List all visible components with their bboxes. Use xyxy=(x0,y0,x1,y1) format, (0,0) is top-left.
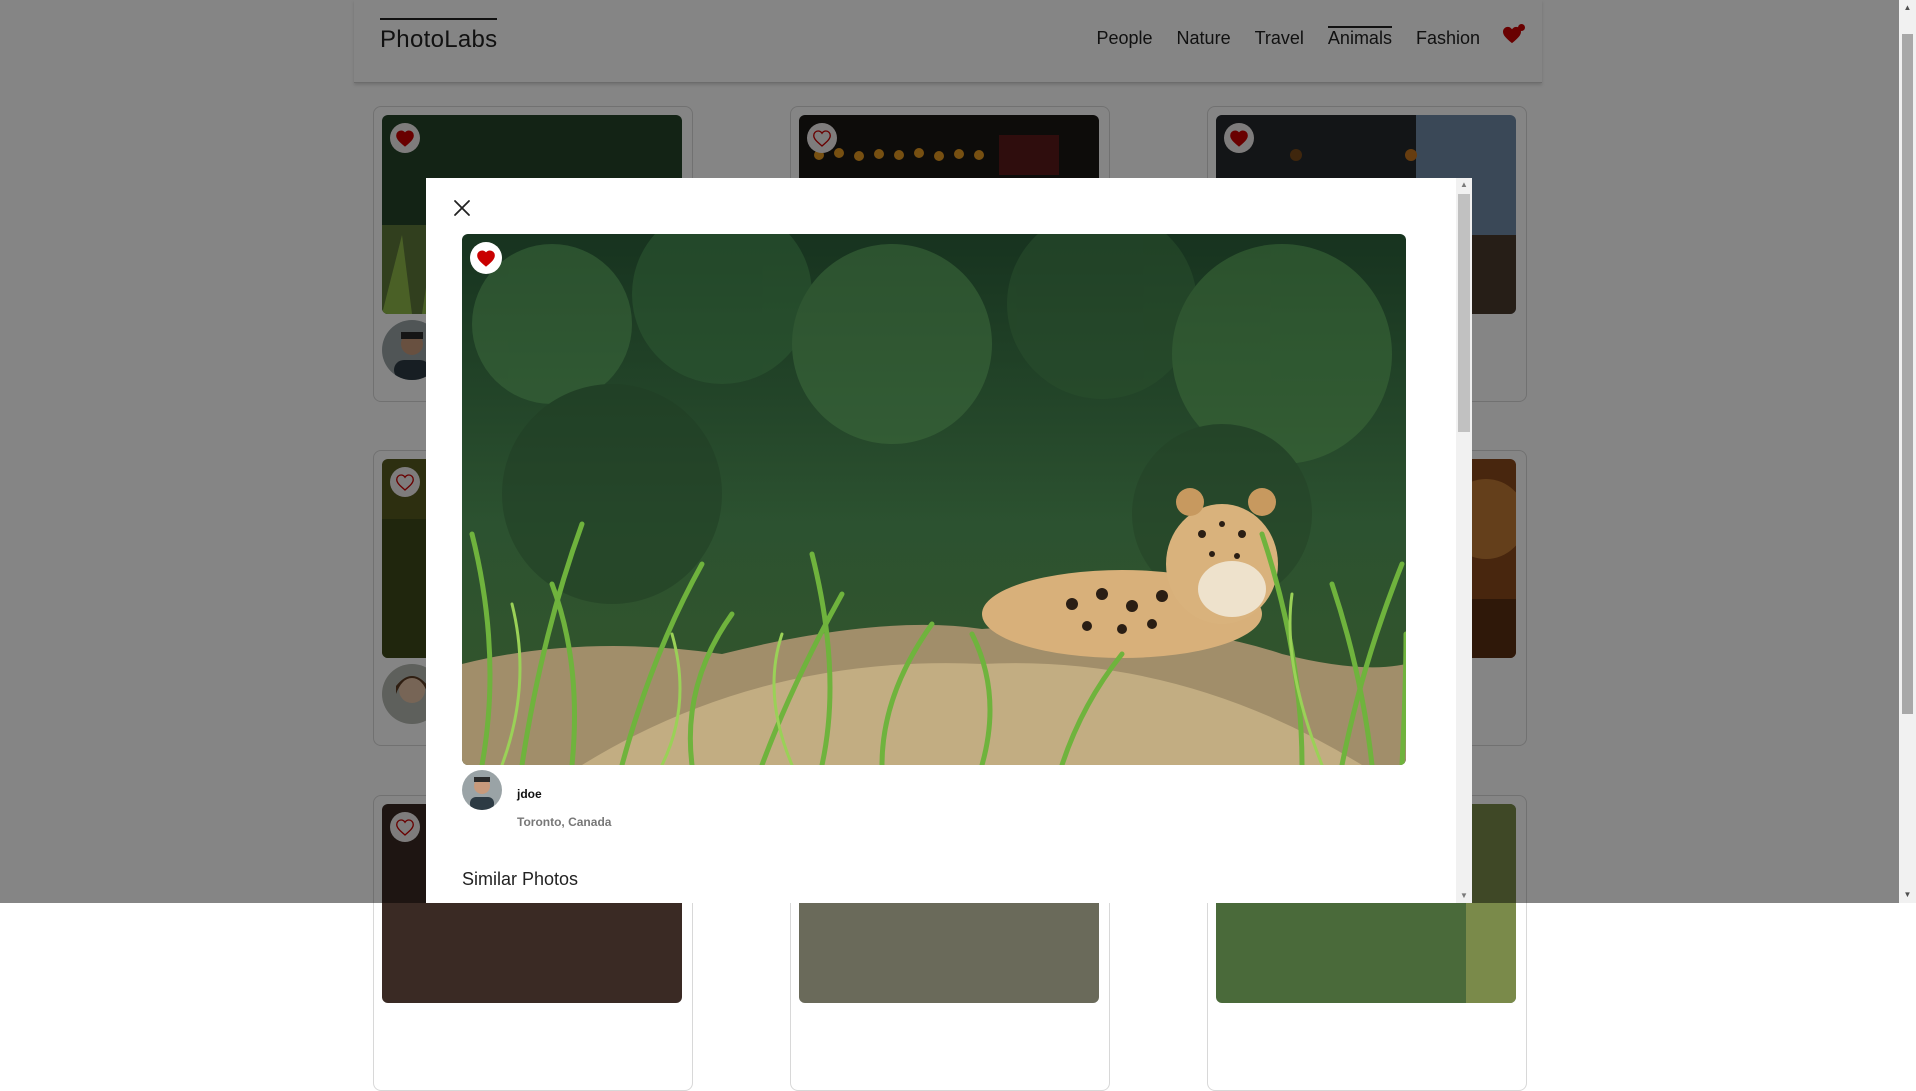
scroll-up-arrow-icon[interactable]: ▲ xyxy=(1899,0,1916,16)
photographer-username: jdoe xyxy=(517,787,542,801)
similar-photos-heading: Similar Photos xyxy=(462,869,579,889)
modal-scrollbar[interactable]: ▲ ▼ xyxy=(1456,178,1472,903)
photographer-location: Toronto, Canada xyxy=(517,815,612,829)
close-icon[interactable] xyxy=(450,196,474,220)
photographer-avatar xyxy=(462,770,502,810)
favorite-button[interactable] xyxy=(470,242,502,274)
photo-details-modal: jdoe Toronto, Canada Similar Photos ▲ ▼ xyxy=(426,178,1472,903)
page-scrollbar[interactable]: ▲ ▼ xyxy=(1899,0,1916,903)
scroll-down-arrow-icon[interactable]: ▼ xyxy=(1456,889,1472,903)
scrollbar-thumb[interactable] xyxy=(1458,194,1470,432)
heart-icon xyxy=(477,249,495,267)
scrollbar-thumb[interactable] xyxy=(1902,34,1913,714)
scroll-up-arrow-icon[interactable]: ▲ xyxy=(1456,178,1472,192)
scroll-down-arrow-icon[interactable]: ▼ xyxy=(1899,887,1916,903)
modal-photo xyxy=(462,234,1406,765)
